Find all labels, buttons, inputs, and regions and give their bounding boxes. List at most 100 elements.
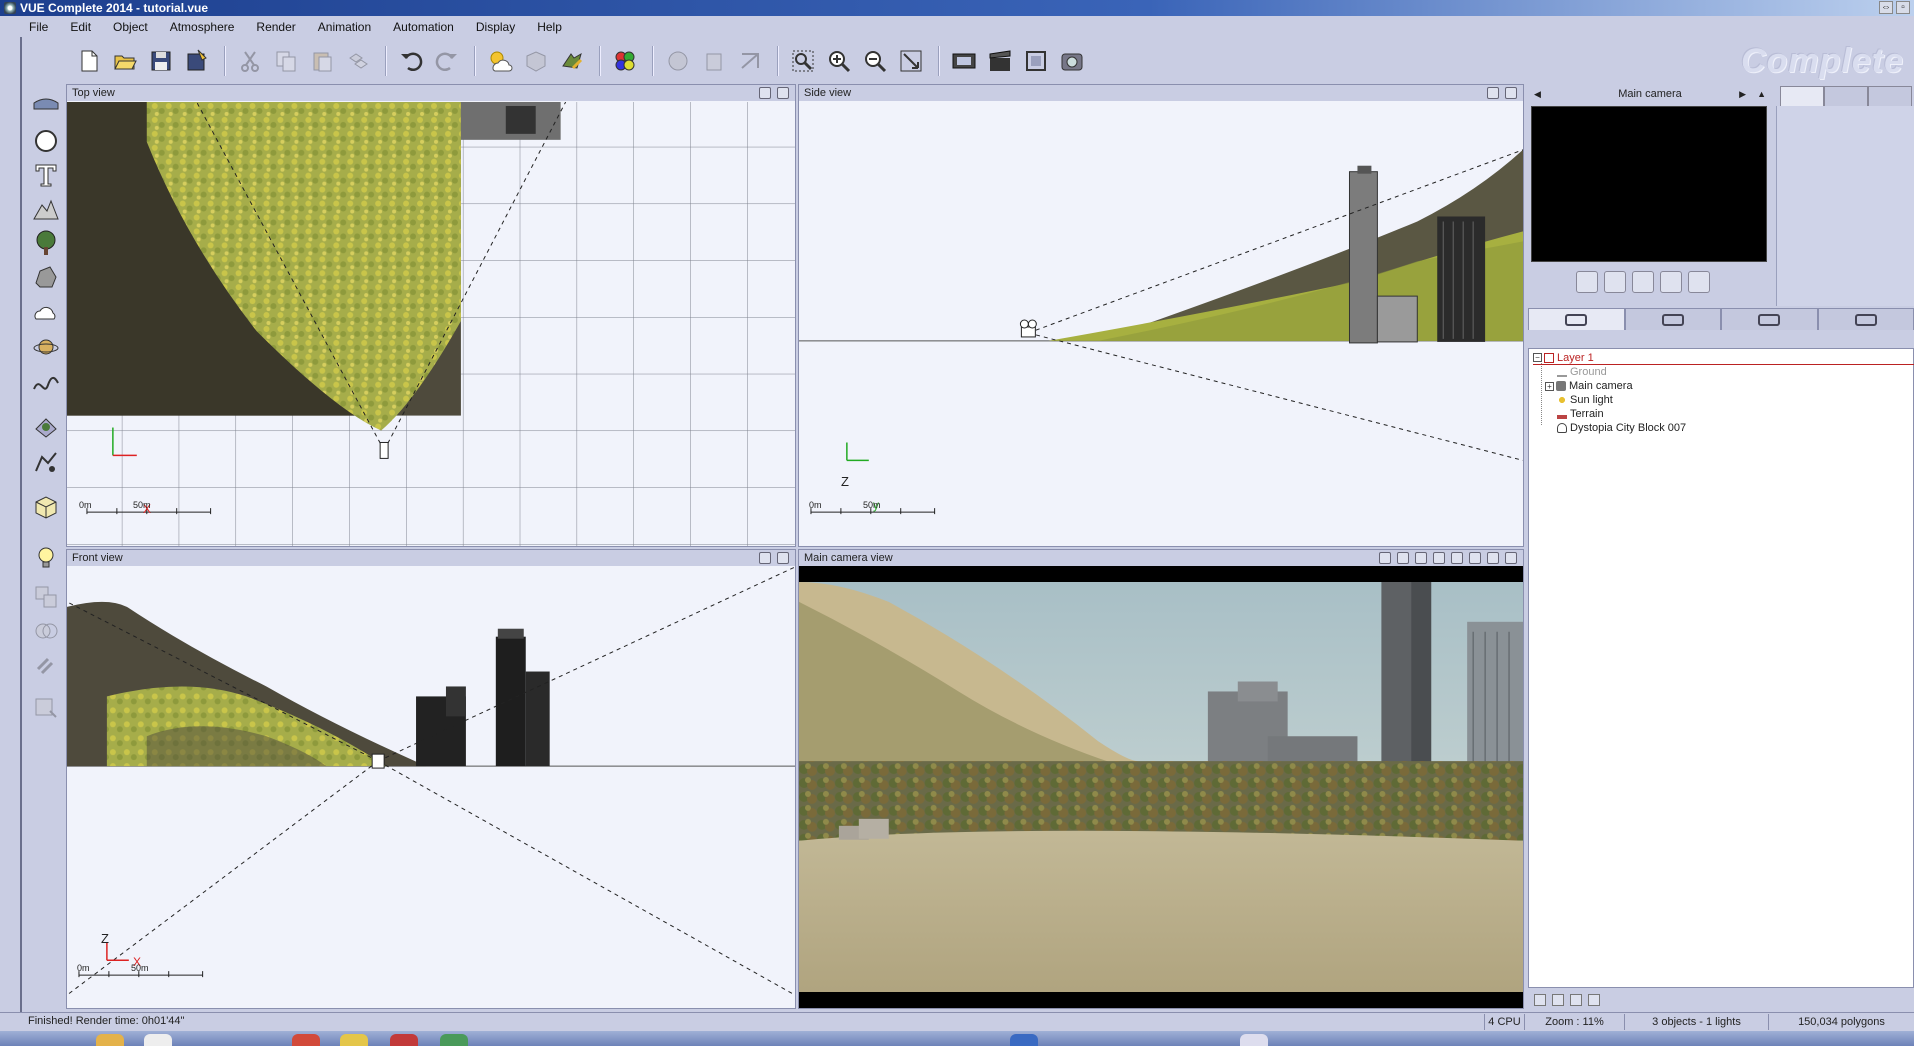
maximize-view-icon[interactable] (1487, 87, 1499, 99)
metablob-icon[interactable] (30, 692, 62, 722)
save-as-icon[interactable] (180, 44, 214, 78)
menu-object[interactable]: Object (102, 20, 159, 34)
links-tab[interactable] (1817, 308, 1914, 330)
ecosystem-icon[interactable] (30, 412, 62, 442)
taskbar-app-icon[interactable] (292, 1034, 320, 1046)
render-icon[interactable] (661, 44, 695, 78)
tree-item-terrain[interactable]: Terrain (1557, 407, 1604, 421)
menu-display[interactable]: Display (465, 20, 526, 34)
duplicate-icon[interactable] (341, 44, 375, 78)
objects-tab[interactable] (1528, 308, 1625, 330)
open-icon[interactable] (108, 44, 142, 78)
layer-options-icon[interactable] (1588, 994, 1600, 1006)
tree-item-sun-light[interactable]: Sun light (1557, 393, 1613, 407)
expand-camera-icon[interactable]: + (1545, 381, 1554, 391)
library-tab[interactable] (1721, 308, 1818, 330)
zoom-region-icon[interactable] (894, 44, 928, 78)
tab-animation[interactable] (1868, 86, 1912, 106)
copy-icon[interactable] (269, 44, 303, 78)
render-area-small-icon[interactable] (697, 44, 731, 78)
terrain-icon[interactable] (30, 194, 62, 224)
view-icon-6[interactable] (1469, 552, 1481, 564)
view-icon-5[interactable] (1451, 552, 1463, 564)
new-icon[interactable] (72, 44, 106, 78)
zoom-out-icon[interactable] (858, 44, 892, 78)
front-view-canvas[interactable]: Z X 0m 50m (67, 567, 795, 1008)
paste-icon[interactable] (305, 44, 339, 78)
zoom-to-fit-icon[interactable] (786, 44, 820, 78)
render-settings-icon[interactable] (1055, 44, 1089, 78)
menu-help[interactable]: Help (526, 20, 573, 34)
camera-render[interactable] (799, 582, 1523, 992)
view-icon-7[interactable] (1487, 552, 1499, 564)
view-icon-3[interactable] (1415, 552, 1427, 564)
maximize-view-icon[interactable] (759, 552, 771, 564)
redo-icon[interactable] (430, 44, 464, 78)
camera-zoom-icon[interactable] (1576, 271, 1598, 293)
menu-animation[interactable]: Animation (307, 20, 382, 34)
rock-icon[interactable] (30, 262, 62, 292)
view-icon-4[interactable] (1433, 552, 1445, 564)
menu-render[interactable]: Render (245, 20, 306, 34)
menu-atmosphere[interactable]: Atmosphere (159, 20, 246, 34)
view-options-icon[interactable] (1505, 87, 1517, 99)
camera-fly-icon[interactable] (1688, 271, 1710, 293)
text-icon[interactable] (30, 160, 62, 190)
link-icon[interactable] (30, 650, 62, 680)
materials-tab[interactable] (1624, 308, 1721, 330)
cut-icon[interactable] (233, 44, 267, 78)
taskbar-app-icon[interactable] (96, 1034, 124, 1046)
scatter-icon[interactable] (30, 448, 62, 478)
tree-item-dystopia-city-block[interactable]: Dystopia City Block 007 (1557, 421, 1686, 435)
maximize-view-icon[interactable] (759, 87, 771, 99)
zoom-in-icon[interactable] (822, 44, 856, 78)
infinite-plane-icon[interactable] (30, 90, 62, 120)
prev-camera-icon[interactable]: ◀ (1534, 86, 1541, 102)
camera-preview[interactable] (1531, 106, 1767, 262)
taskbar-app-icon[interactable] (440, 1034, 468, 1046)
collapse-icon[interactable]: ▲ (1757, 86, 1766, 102)
top-view-canvas[interactable]: X 0m 50m (67, 102, 795, 546)
undo-icon[interactable] (394, 44, 428, 78)
taskbar-app-icon[interactable] (1010, 1034, 1038, 1046)
side-view[interactable]: Side view Z y 0m 50m (798, 84, 1524, 547)
function-icon[interactable] (555, 44, 589, 78)
tab-numerics[interactable] (1824, 86, 1868, 106)
view-options-icon[interactable] (777, 87, 789, 99)
taskbar-app-icon[interactable] (340, 1034, 368, 1046)
camera-pan-icon[interactable] (1604, 271, 1626, 293)
object-import-icon[interactable] (30, 492, 62, 522)
menu-edit[interactable]: Edit (59, 20, 102, 34)
tree-item-layer[interactable]: − Layer 1 (1533, 351, 1914, 365)
cloud-icon[interactable] (30, 298, 62, 328)
light-icon[interactable] (30, 542, 62, 572)
planet-icon[interactable] (30, 332, 62, 362)
view-options-icon[interactable] (777, 552, 789, 564)
save-render-icon[interactable] (1505, 552, 1517, 564)
tab-aspect[interactable] (1780, 86, 1824, 106)
save-icon[interactable] (144, 44, 178, 78)
color-palette-icon[interactable] (608, 44, 642, 78)
view-icon-1[interactable] (1379, 552, 1391, 564)
sphere-icon[interactable] (30, 126, 62, 156)
side-view-canvas[interactable]: Z y 0m 50m (799, 102, 1523, 546)
top-view[interactable]: Top view X 0m 50m (66, 84, 796, 547)
next-camera-icon[interactable]: ▶ (1739, 86, 1746, 102)
taskbar-app-icon[interactable] (144, 1034, 172, 1046)
group-layer-icon[interactable] (1570, 994, 1582, 1006)
restore-icon[interactable]: ⇔ (1879, 1, 1893, 14)
tree-icon[interactable] (30, 228, 62, 258)
boolean-icon[interactable] (30, 616, 62, 646)
delete-layer-icon[interactable] (1552, 994, 1564, 1006)
main-camera-view[interactable]: Main camera view (798, 549, 1524, 1009)
path-icon[interactable] (30, 368, 62, 398)
tree-item-ground[interactable]: Ground (1557, 365, 1607, 379)
close-icon[interactable]: ▫ (1896, 1, 1910, 14)
camera-frame-icon[interactable] (1632, 271, 1654, 293)
front-view[interactable]: Front view Z X 0m 50m (66, 549, 796, 1009)
animation-icon[interactable] (983, 44, 1017, 78)
render-area-icon[interactable] (1019, 44, 1053, 78)
collapse-layer-icon[interactable]: − (1533, 353, 1542, 362)
new-layer-icon[interactable] (1534, 994, 1546, 1006)
atmosphere-editor-icon[interactable] (483, 44, 517, 78)
